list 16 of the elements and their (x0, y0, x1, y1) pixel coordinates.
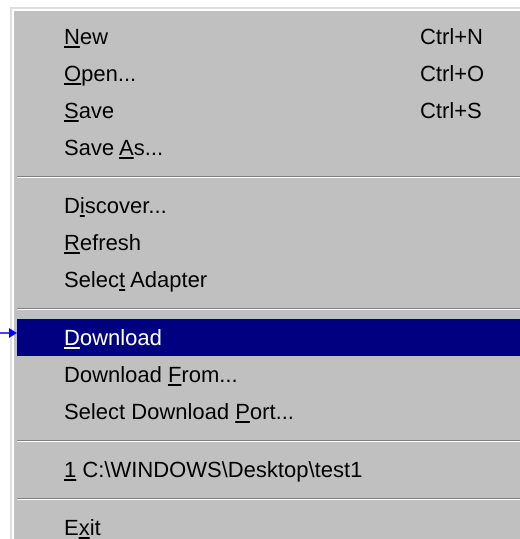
shortcut-label: Ctrl+S (420, 97, 482, 125)
menu-item[interactable]: Discover... (17, 187, 520, 224)
menu-item[interactable]: Select Adapter (17, 261, 520, 298)
menu-item[interactable]: New Ctrl+N (17, 18, 520, 55)
menu-item[interactable]: Download From... (17, 356, 520, 393)
menu-item[interactable]: 1 C:\WINDOWS\Desktop\test1 (17, 451, 520, 488)
menu-item[interactable]: Select Download Port... (17, 393, 520, 430)
menu-item[interactable]: Refresh (17, 224, 520, 261)
shortcut-label: Ctrl+N (420, 23, 483, 51)
shortcut-label: Ctrl+O (420, 60, 484, 88)
menu-item[interactable]: Save As... (17, 129, 520, 166)
pointer-arrow-icon (0, 327, 17, 339)
menu-item[interactable]: Open... Ctrl+O (17, 55, 520, 92)
menu-item[interactable]: Save Ctrl+S (17, 92, 520, 129)
menu-item[interactable]: Download (17, 319, 520, 356)
menu-item[interactable]: Exit (17, 509, 520, 539)
